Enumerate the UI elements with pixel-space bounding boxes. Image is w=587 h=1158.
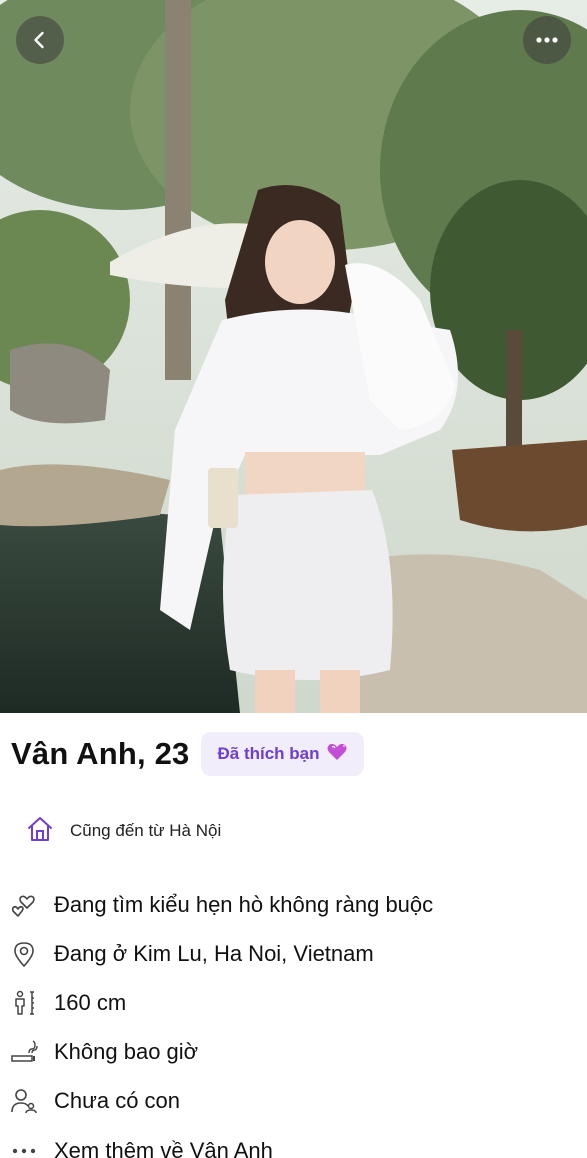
purple-heart-icon xyxy=(326,742,348,767)
detail-children: Chưa có con xyxy=(10,1077,570,1126)
profile-name-age: Vân Anh, 23 xyxy=(11,736,190,771)
profile-header: Vân Anh, 23 Đã thích bạn xyxy=(11,732,364,776)
hometown-row: Cũng đến từ Hà Nội xyxy=(26,815,221,847)
ellipsis-icon xyxy=(535,36,559,44)
house-icon xyxy=(26,815,54,848)
location-pin-icon xyxy=(10,940,38,968)
detail-text: Không bao giờ xyxy=(54,1039,199,1065)
detail-text: Đang tìm kiểu hẹn hò không ràng buộc xyxy=(54,891,434,917)
hearts-icon xyxy=(10,891,38,919)
profile-photo-image xyxy=(0,0,587,713)
see-more-link[interactable]: Xem thêm về Vân Anh xyxy=(10,1126,570,1158)
height-icon xyxy=(10,989,38,1017)
smoking-icon xyxy=(10,1038,38,1066)
hometown-text: Cũng đến từ Hà Nội xyxy=(70,821,222,840)
liked-you-badge: Đã thích bạn xyxy=(201,732,364,776)
profile-photo[interactable] xyxy=(0,0,587,713)
chevron-left-icon xyxy=(30,30,50,50)
liked-badge-label: Đã thích bạn xyxy=(217,744,320,763)
detail-text: Chưa có con xyxy=(54,1088,181,1114)
detail-relationship-goal: Đang tìm kiểu hẹn hò không ràng buộc xyxy=(10,880,570,929)
detail-location: Đang ở Kim Lu, Ha Noi, Vietnam xyxy=(10,929,570,978)
detail-text: 160 cm xyxy=(54,989,127,1015)
profile-details-list: Đang tìm kiểu hẹn hò không ràng buộc Đan… xyxy=(10,880,570,1158)
children-icon xyxy=(10,1087,38,1115)
detail-height: 160 cm xyxy=(10,978,570,1027)
detail-smoking: Không bao giờ xyxy=(10,1028,570,1077)
detail-text: Đang ở Kim Lu, Ha Noi, Vietnam xyxy=(54,940,374,966)
see-more-label: Xem thêm về Vân Anh xyxy=(54,1137,273,1158)
more-dots-icon xyxy=(10,1137,38,1158)
back-button[interactable] xyxy=(16,16,64,64)
more-options-button[interactable] xyxy=(523,16,571,64)
